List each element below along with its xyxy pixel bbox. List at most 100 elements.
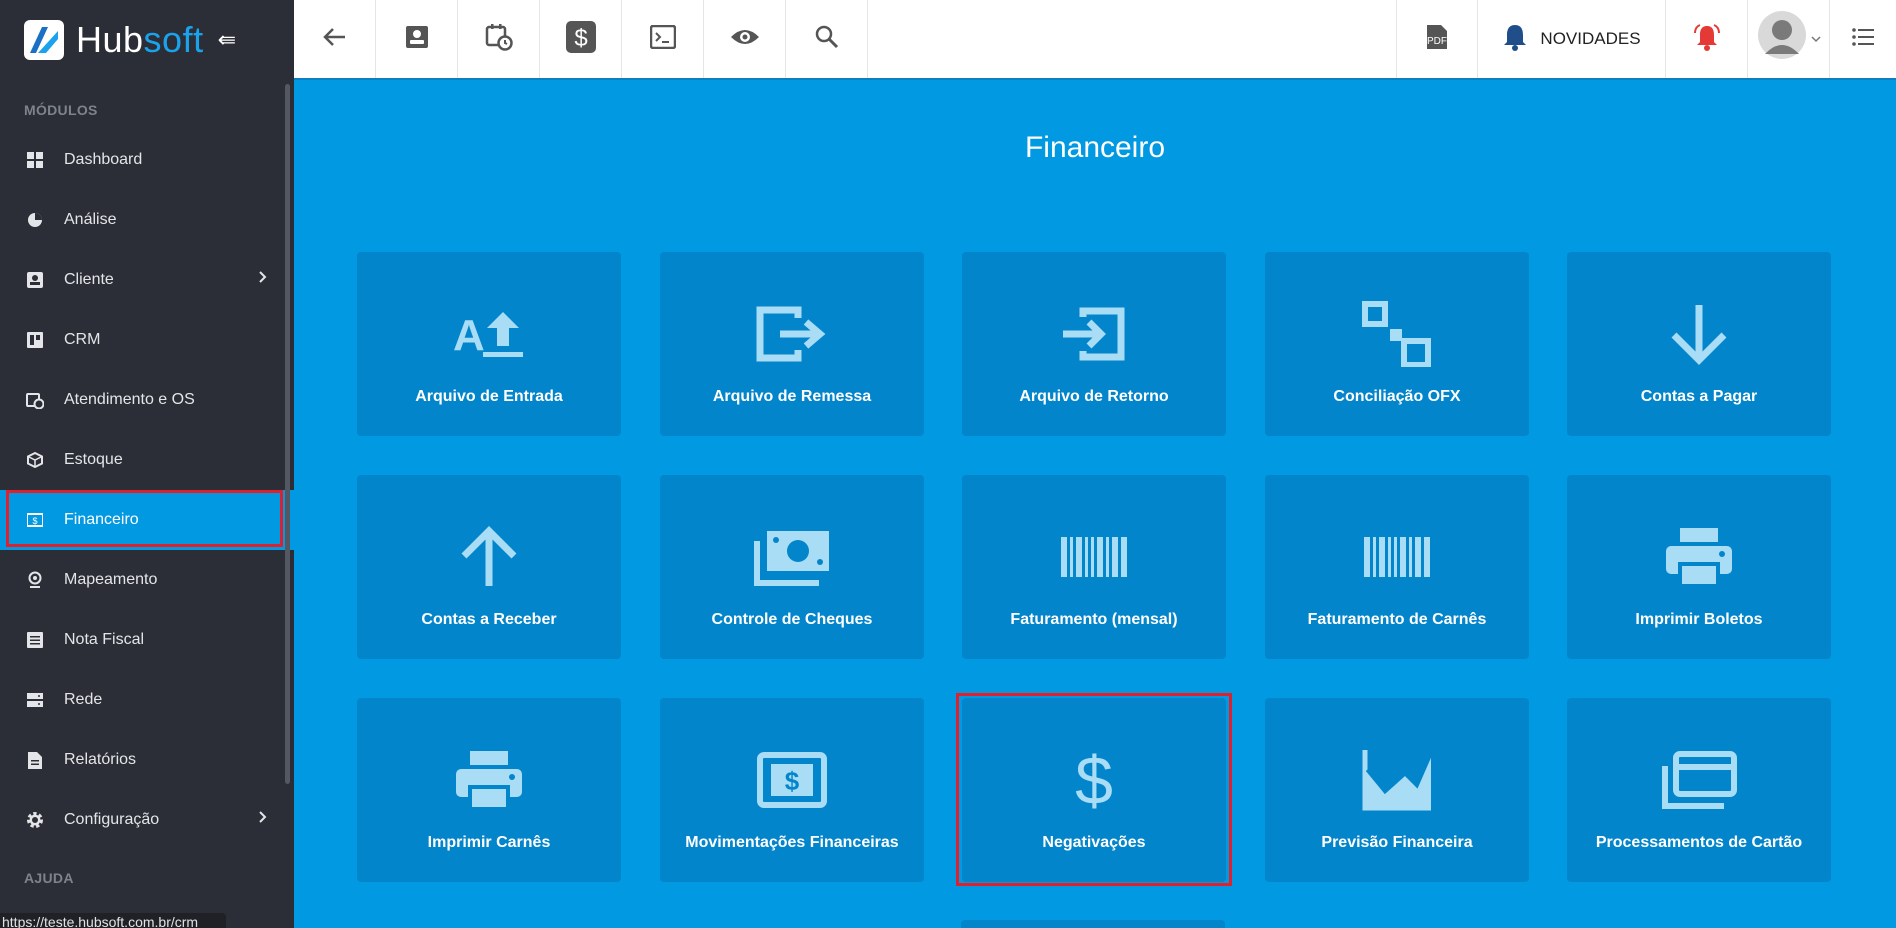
bell-icon <box>1502 23 1528 56</box>
import-icon <box>1061 294 1127 374</box>
svg-text:$: $ <box>1075 746 1113 814</box>
sidebar-item-crm[interactable]: CRM <box>0 310 294 370</box>
sidebar-item-nota-fiscal[interactable]: Nota Fiscal <box>0 610 294 670</box>
sidebar-scrollbar[interactable] <box>285 84 290 784</box>
view-button[interactable] <box>704 0 786 78</box>
schedule-button[interactable] <box>458 0 540 78</box>
dollar-icon: $ <box>1069 740 1119 820</box>
printer-icon <box>1664 517 1734 597</box>
svg-text:A: A <box>453 311 485 360</box>
sidebar-item-label: CRM <box>64 331 101 348</box>
svg-text:$: $ <box>32 516 37 526</box>
logo[interactable]: Hubsoft ⇚ <box>0 0 294 80</box>
squares-icon <box>1362 294 1432 374</box>
pdf-icon: PDF <box>1426 24 1448 55</box>
tile-processamentos-cartao[interactable]: Processamentos de Cartão <box>1567 698 1831 882</box>
cash-stack-icon <box>753 517 831 597</box>
report-icon <box>24 749 46 771</box>
tile-previsao-financeira[interactable]: Previsão Financeira <box>1265 698 1529 882</box>
pdf-button[interactable]: PDF <box>1396 0 1478 78</box>
sidebar-item-dashboard[interactable]: Dashboard <box>0 130 294 190</box>
tile-conciliacao-ofx[interactable]: Conciliação OFX <box>1265 252 1529 436</box>
dollar-icon: $ <box>565 20 596 58</box>
sidebar-item-analise[interactable]: Análise <box>0 190 294 250</box>
sidebar-item-relatorios[interactable]: Relatórios <box>0 730 294 790</box>
arrow-down-icon <box>1670 294 1728 374</box>
menu-button[interactable] <box>1830 0 1896 78</box>
sidebar-item-label: Dashboard <box>64 151 143 168</box>
area-chart-icon <box>1361 740 1433 820</box>
terminal-button[interactable] <box>622 0 704 78</box>
section-label-help: AJUDA <box>24 870 74 886</box>
novidades-button[interactable]: NOVIDADES <box>1478 0 1666 78</box>
document-list-icon <box>24 629 46 651</box>
export-icon <box>754 294 830 374</box>
dashboard-icon <box>24 149 46 171</box>
sidebar-item-mapeamento[interactable]: Mapeamento <box>0 550 294 610</box>
tile-negativacoes[interactable]: $ Negativações <box>962 698 1226 882</box>
collapse-sidebar-icon[interactable]: ⇚ <box>218 27 236 53</box>
back-button[interactable] <box>294 0 376 78</box>
contacts-button[interactable] <box>376 0 458 78</box>
sidebar-item-atendimento[interactable]: Atendimento e OS <box>0 370 294 430</box>
credit-cards-icon <box>1660 740 1738 820</box>
pie-chart-icon <box>24 209 46 231</box>
tile-movimentacoes-financeiras[interactable]: $ Movimentações Financeiras <box>660 698 924 882</box>
calendar-clock-icon <box>24 389 46 411</box>
search-icon <box>815 25 839 54</box>
alarm-bell-icon <box>1692 23 1722 56</box>
tile-contas-pagar[interactable]: Contas a Pagar <box>1567 252 1831 436</box>
avatar <box>1757 10 1807 69</box>
calendar-clock-icon <box>485 23 513 56</box>
sidebar-item-estoque[interactable]: Estoque <box>0 430 294 490</box>
alerts-button[interactable] <box>1666 0 1748 78</box>
sidebar-item-label: Configuração <box>64 811 160 828</box>
sidebar-item-label: Atendimento e OS <box>64 391 195 408</box>
sidebar-item-label: Análise <box>64 211 117 228</box>
chevron-right-icon <box>258 270 268 289</box>
sidebar-item-label: Relatórios <box>64 751 137 768</box>
tile-imprimir-boletos[interactable]: Imprimir Boletos <box>1567 475 1831 659</box>
printer-icon <box>454 740 524 820</box>
tile-arquivo-remessa[interactable]: Arquivo de Remessa <box>660 252 924 436</box>
sidebar-item-rede[interactable]: Rede <box>0 670 294 730</box>
chevron-right-icon <box>258 810 268 829</box>
page-title: Financeiro <box>1024 131 1166 164</box>
sidebar-item-label: Estoque <box>64 451 123 468</box>
tile-faturamento-carnes[interactable]: Faturamento de Carnês <box>1265 475 1529 659</box>
sidebar-item-label: Mapeamento <box>64 571 158 588</box>
topbar: $ PDF NOVIDADES <box>294 0 1896 80</box>
eye-icon <box>730 27 760 52</box>
text-upload-icon: A <box>453 294 525 374</box>
sidebar-item-label: Nota Fiscal <box>64 631 145 648</box>
map-pin-icon <box>24 569 46 591</box>
server-icon <box>24 689 46 711</box>
sidebar-item-financeiro[interactable]: $ Financeiro <box>0 490 294 550</box>
user-menu-button[interactable] <box>1748 0 1830 78</box>
hubsoft-logo-icon <box>24 20 64 60</box>
list-menu-icon <box>1852 27 1874 51</box>
money-box-icon: $ <box>757 740 827 820</box>
sidebar-item-configuracao[interactable]: Configuração <box>0 790 294 850</box>
tile-partial[interactable] <box>961 920 1225 928</box>
box-icon <box>24 449 46 471</box>
contact-card-icon <box>405 25 429 54</box>
finance-button[interactable]: $ <box>540 0 622 78</box>
tile-imprimir-carnes[interactable]: Imprimir Carnês <box>357 698 621 882</box>
sidebar-item-label: Financeiro <box>64 511 139 528</box>
svg-text:$: $ <box>574 25 587 52</box>
svg-text:PDF: PDF <box>1427 36 1447 47</box>
tile-controle-cheques[interactable]: Controle de Cheques <box>660 475 924 659</box>
sidebar: Hubsoft ⇚ MÓDULOS Dashboard Análise Clie… <box>0 0 294 928</box>
sidebar-item-cliente[interactable]: Cliente <box>0 250 294 310</box>
sidebar-item-label: Cliente <box>64 271 114 288</box>
terminal-icon <box>649 24 676 54</box>
search-button[interactable] <box>786 0 868 78</box>
tile-arquivo-retorno[interactable]: Arquivo de Retorno <box>962 252 1226 436</box>
tile-arquivo-entrada[interactable]: A Arquivo de Entrada <box>357 252 621 436</box>
sidebar-item-label: Rede <box>64 691 103 708</box>
tile-faturamento-mensal[interactable]: Faturamento (mensal) <box>962 475 1226 659</box>
logo-text: Hubsoft <box>76 19 204 60</box>
tile-contas-receber[interactable]: Contas a Receber <box>357 475 621 659</box>
section-label-modules: MÓDULOS <box>24 102 98 118</box>
